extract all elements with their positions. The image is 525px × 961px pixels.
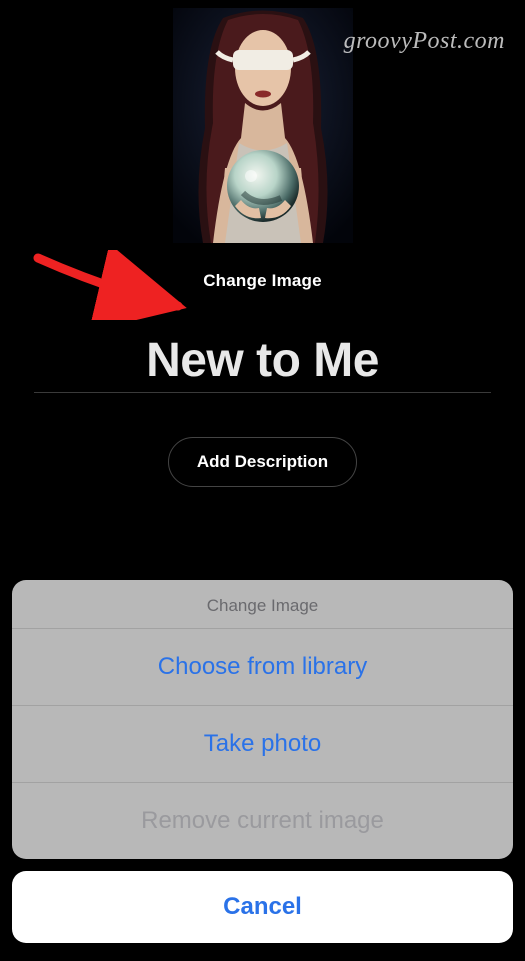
- edit-playlist-screen: groovyPost.com: [0, 0, 525, 961]
- take-photo-option[interactable]: Take photo: [12, 706, 513, 783]
- title-field-row: New to Me: [34, 333, 491, 393]
- action-sheet-title: Change Image: [12, 580, 513, 629]
- watermark-text: groovyPost.com: [344, 28, 505, 55]
- remove-current-image-option[interactable]: Remove current image: [12, 783, 513, 859]
- add-description-button[interactable]: Add Description: [168, 437, 357, 487]
- action-sheet-container: Change Image Choose from library Take ph…: [0, 580, 525, 961]
- playlist-title-input[interactable]: New to Me: [34, 333, 491, 388]
- change-image-action-sheet: Change Image Choose from library Take ph…: [12, 580, 513, 859]
- choose-from-library-option[interactable]: Choose from library: [12, 629, 513, 706]
- change-image-link[interactable]: Change Image: [203, 271, 322, 291]
- cancel-button[interactable]: Cancel: [12, 871, 513, 943]
- annotation-arrow: [30, 250, 190, 320]
- playlist-cover-image[interactable]: [173, 8, 353, 243]
- cover-art-illustration: [173, 8, 353, 243]
